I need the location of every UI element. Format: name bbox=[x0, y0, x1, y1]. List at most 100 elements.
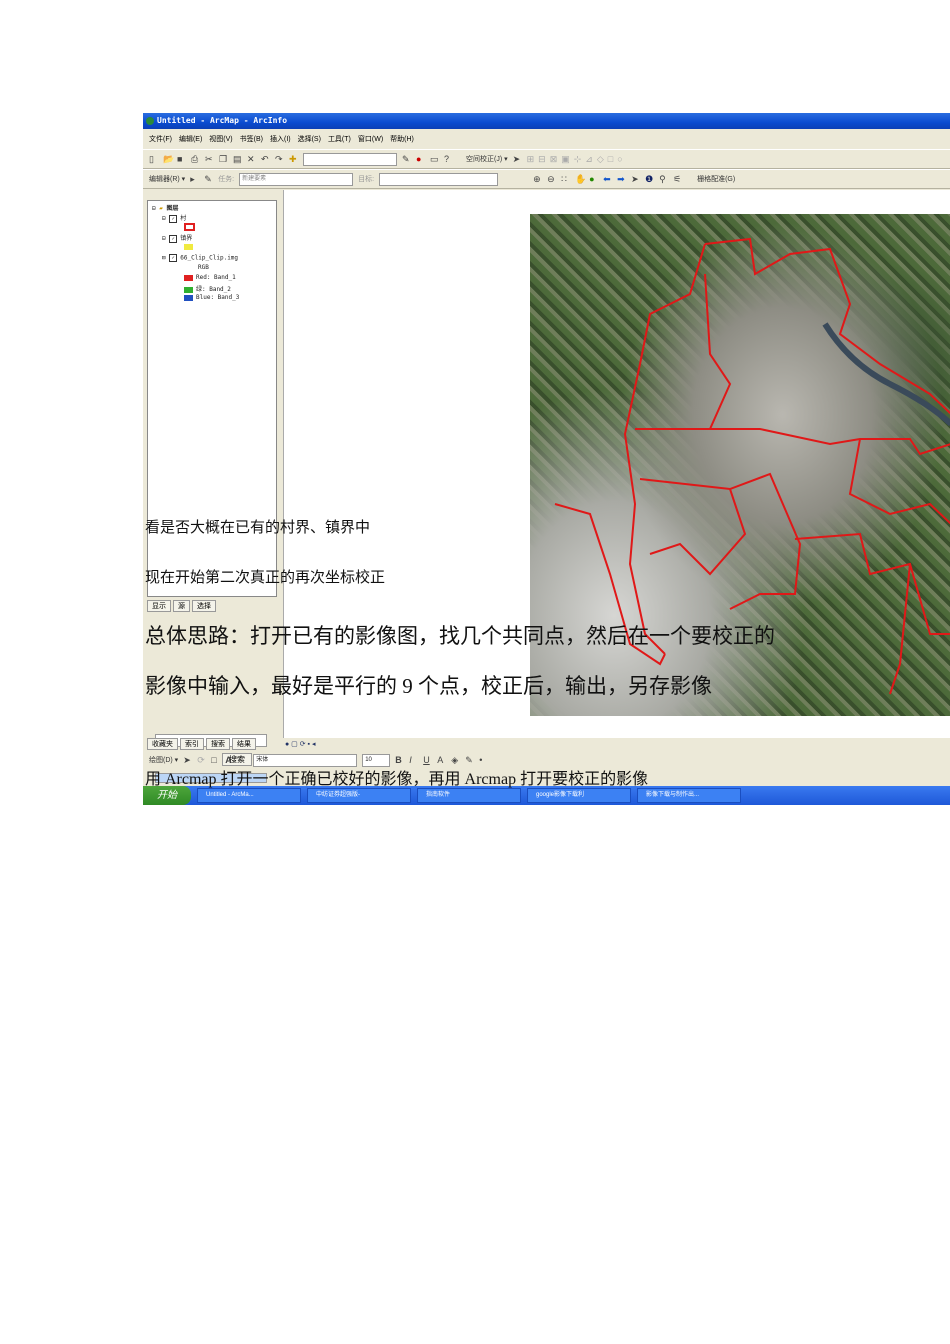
measure-icon[interactable]: ⚟ bbox=[673, 174, 682, 184]
layer-image[interactable]: ⊟ ✓ 66_Clip_Clip.img bbox=[162, 254, 238, 262]
layers-folder-icon: ▰ bbox=[159, 205, 163, 212]
taskbar-item[interactable]: google影像下载利 bbox=[527, 788, 631, 803]
scale-combo[interactable] bbox=[303, 152, 397, 166]
band-red: Red: Band_1 bbox=[184, 274, 236, 281]
drawing-menu[interactable]: 绘图(D) ▾ bbox=[149, 755, 178, 765]
window-title: Untitled - ArcMap - ArcInfo bbox=[157, 116, 288, 125]
taskbar-item[interactable]: 指南软件 bbox=[417, 788, 521, 803]
select-elements-icon[interactable]: ➤ bbox=[183, 755, 192, 765]
tab-source[interactable]: 源 bbox=[173, 600, 190, 612]
tab-display[interactable]: 显示 bbox=[147, 600, 171, 612]
layer-town-boundary[interactable]: ⊟ ✓ 镇界 bbox=[162, 233, 192, 243]
editor-menu[interactable]: 编辑器(R) ▾ bbox=[149, 174, 185, 184]
menu-help[interactable]: 帮助(H) bbox=[390, 136, 414, 143]
identify-icon[interactable]: ❶ bbox=[645, 174, 654, 184]
forward-icon[interactable]: ➡ bbox=[617, 174, 626, 184]
menu-view[interactable]: 视图(V) bbox=[209, 136, 232, 143]
target-label: 目标: bbox=[358, 176, 375, 183]
undo-icon[interactable]: ↶ bbox=[261, 154, 270, 164]
zoom-in-icon[interactable]: ⊕ bbox=[533, 174, 542, 184]
village-boundary bbox=[639, 472, 802, 610]
task-label: 任务: bbox=[218, 176, 235, 183]
select-features-icon[interactable]: ➤ bbox=[631, 174, 640, 184]
fixed-zoom-icon[interactable]: ∷ bbox=[561, 174, 570, 184]
sketch-tool-icon[interactable]: ✎ bbox=[204, 174, 213, 184]
print-icon[interactable]: ⎙ bbox=[191, 154, 200, 164]
doc-paragraph: 看是否大概在已有的村界、镇界中 bbox=[145, 520, 371, 536]
layers-root[interactable]: ⊟ ▰ 图层 bbox=[152, 203, 179, 212]
add-data-icon[interactable]: ✚ bbox=[289, 154, 298, 164]
layer-village[interactable]: ⊟ ✓ 村 bbox=[162, 213, 186, 223]
italic-icon[interactable]: I bbox=[409, 755, 418, 765]
text-icon[interactable]: A bbox=[225, 755, 234, 765]
menu-edit[interactable]: 编辑(E) bbox=[179, 136, 202, 143]
rgb-label: RGB bbox=[198, 264, 209, 271]
river bbox=[822, 322, 950, 427]
save-icon[interactable]: ■ bbox=[177, 154, 186, 164]
standard-toolbar: ▯ 📂 ■ ⎙ ✂ ❐ ▤ ✕ ↶ ↷ ✚ ✎ ● ▭? 空间校正(J) ▾ ➤ ⊞⊟⊠▣⊹⊿◇□○ bbox=[143, 149, 950, 169]
redo-icon[interactable]: ↷ bbox=[275, 154, 284, 164]
village-boundary bbox=[889, 563, 911, 695]
cut-icon[interactable]: ✂ bbox=[205, 154, 214, 164]
editor-toolbar-icon[interactable]: ✎ bbox=[402, 154, 411, 164]
full-extent-icon[interactable]: ● bbox=[589, 174, 598, 184]
line-color-icon[interactable]: ✎ bbox=[465, 755, 474, 765]
menu-bar: 文件(F) 编辑(E) 视图(V) 书签(B) 插入(I) 选择(S) 工具(T) 窗口(W)… bbox=[143, 131, 950, 147]
village-boundary bbox=[635, 428, 950, 456]
menu-file[interactable]: 文件(F) bbox=[149, 136, 172, 143]
band-blue: Blue: Band_3 bbox=[184, 294, 239, 301]
checkbox[interactable]: ✓ bbox=[169, 214, 178, 223]
menu-bookmarks[interactable]: 书签(B) bbox=[240, 136, 263, 143]
tab-selection[interactable]: 选择 bbox=[192, 600, 216, 612]
paste-icon[interactable]: ▤ bbox=[233, 154, 242, 164]
delete-icon[interactable]: ✕ bbox=[247, 154, 256, 164]
font-color-icon[interactable]: A bbox=[437, 755, 446, 765]
georeferencing-menu[interactable]: 栅格配准(G) bbox=[697, 174, 735, 184]
checkbox[interactable]: ✓ bbox=[169, 234, 178, 243]
doc-paragraph: 现在开始第二次真正的再次坐标校正 bbox=[145, 570, 386, 586]
doc-paragraph: 总体思路：打开已有的影像图，找几个共同点，然后在一个要校正的 bbox=[145, 624, 775, 648]
select-arrow-icon[interactable]: ➤ bbox=[513, 154, 522, 164]
fill-color-icon[interactable]: ◈ bbox=[451, 755, 460, 765]
menu-insert[interactable]: 插入(I) bbox=[270, 136, 291, 143]
arctoolbox-icon[interactable]: ● bbox=[416, 154, 425, 164]
editor-toolbar: 编辑器(R) ▾ ▸ ✎ 任务: 新建要素 目标: ⊕ ⊖ ∷ ✋ ● ⬅ ➡ ➤ ❶ ⚲ ⚟ 栅格配准… bbox=[143, 169, 950, 189]
layout-view-buttons[interactable]: ● ▢ ⟳ ▪ ◂ bbox=[285, 740, 315, 748]
bold-icon[interactable]: B bbox=[395, 755, 404, 765]
adjust-tool-icons[interactable]: ⊞⊟⊠▣⊹⊿◇□○ bbox=[527, 154, 667, 164]
layer-tree: ⊟ ▰ 图层 ⊟ ✓ 村 ⊟ ✓ 镇界 ⊟ ✓ 66_Clip_Clip.img RG… bbox=[147, 200, 277, 597]
rectangle-icon[interactable]: □ bbox=[211, 755, 220, 765]
help-icon[interactable]: ? bbox=[444, 154, 453, 164]
taskbar-item[interactable]: 影像下载与制作出... bbox=[637, 788, 741, 803]
rotate-icon[interactable]: ⟳ bbox=[197, 755, 206, 765]
village-boundary bbox=[649, 488, 747, 576]
arcmap-globe-icon bbox=[146, 117, 154, 125]
target-combo[interactable] bbox=[379, 172, 499, 186]
taskbar-item[interactable]: Untitled - ArcMa... bbox=[197, 788, 301, 803]
marker-color-icon[interactable]: • bbox=[479, 755, 488, 765]
taskbar-item[interactable]: 中纺证券超强版- bbox=[307, 788, 411, 803]
zoom-out-icon[interactable]: ⊖ bbox=[547, 174, 556, 184]
checkbox[interactable]: ✓ bbox=[169, 254, 178, 262]
window-icon[interactable]: ▭ bbox=[430, 154, 439, 164]
pan-icon[interactable]: ✋ bbox=[575, 174, 586, 184]
menu-selection[interactable]: 选择(S) bbox=[298, 136, 321, 143]
arcmap-screenshot: Untitled - ArcMap - ArcInfo 文件(F) 编辑(E) 视图… bbox=[143, 113, 950, 805]
village-boundary bbox=[704, 273, 732, 430]
open-icon[interactable]: 📂 bbox=[163, 154, 174, 164]
town-symbol bbox=[184, 243, 196, 250]
map-view[interactable] bbox=[283, 190, 950, 738]
band-green: 绿: Band_2 bbox=[184, 284, 231, 293]
task-combo[interactable]: 新建要素 bbox=[239, 172, 354, 186]
doc-paragraph: 用 Arcmap 打开一个正确已校好的影像，再用 Arcmap 打开要校正的影像 bbox=[145, 771, 649, 788]
menu-tools[interactable]: 工具(T) bbox=[328, 136, 351, 143]
new-icon[interactable]: ▯ bbox=[149, 154, 158, 164]
find-icon[interactable]: ⚲ bbox=[659, 174, 668, 184]
document-page: Untitled - ArcMap - ArcInfo 文件(F) 编辑(E) 视图… bbox=[0, 0, 950, 1344]
back-icon[interactable]: ⬅ bbox=[603, 174, 612, 184]
copy-icon[interactable]: ❐ bbox=[219, 154, 228, 164]
spatial-adjust-menu[interactable]: 空间校正(J) ▾ bbox=[466, 154, 508, 164]
edit-tool-icon[interactable]: ▸ bbox=[190, 174, 199, 184]
menu-window[interactable]: 窗口(W) bbox=[358, 136, 383, 143]
underline-icon[interactable]: U bbox=[423, 755, 432, 765]
